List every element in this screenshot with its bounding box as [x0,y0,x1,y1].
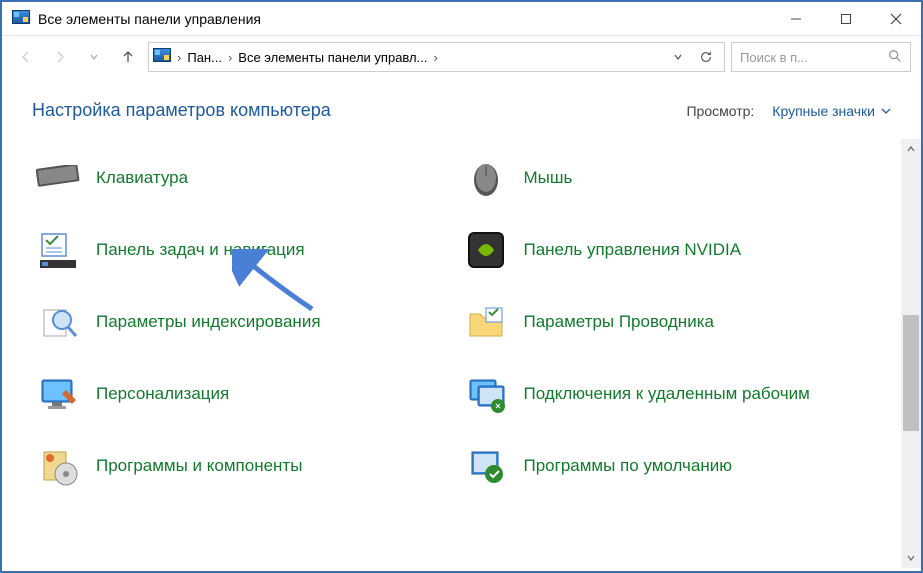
breadcrumb-separator-icon: › [431,50,439,65]
cp-item-label: Клавиатура [96,167,188,188]
window-controls [771,2,921,36]
cp-item-label: Программы по умолчанию [524,455,733,476]
keyboard-icon [36,156,80,200]
cp-item-programs[interactable]: Программы и компоненты [36,437,444,495]
cp-item-nvidia[interactable]: Панель управления NVIDIA [464,221,872,279]
scroll-thumb[interactable] [903,315,919,432]
cp-item-label: Панель задач и навигация [96,239,305,260]
cp-item-defaults[interactable]: Программы по умолчанию [464,437,872,495]
cp-item-label: Параметры Проводника [524,311,714,332]
cp-item-label: Программы и компоненты [96,455,302,476]
content-area: Клавиатура Мышь Панель задач и навигация… [2,139,921,568]
close-button[interactable] [871,2,921,36]
folder-options-icon [464,300,508,344]
programs-icon [36,444,80,488]
taskbar-icon [36,228,80,272]
cp-item-folder-options[interactable]: Параметры Проводника [464,293,872,351]
personalization-icon [36,372,80,416]
maximize-button[interactable] [821,2,871,36]
navigation-bar: › Пан... › Все элементы панели управл...… [2,36,921,78]
nvidia-icon [464,228,508,272]
breadcrumb-separator-icon: › [226,50,234,65]
title-bar: Все элементы панели управления [2,2,921,36]
chevron-down-icon [881,106,891,116]
cp-item-label: Мышь [524,167,573,188]
back-button[interactable] [12,43,40,71]
search-input[interactable] [740,50,882,65]
view-value: Крупные значки [772,103,875,119]
cp-item-label: Параметры индексирования [96,311,321,332]
defaults-icon [464,444,508,488]
cp-item-label: Персонализация [96,383,229,404]
history-dropdown[interactable] [80,43,108,71]
cp-item-remote[interactable]: Подключения к удаленным рабочим [464,365,872,423]
breadcrumb-separator-icon: › [175,50,183,65]
address-bar[interactable]: › Пан... › Все элементы панели управл...… [148,42,725,72]
cp-item-label: Панель управления NVIDIA [524,239,742,260]
cp-item-keyboard[interactable]: Клавиатура [36,149,444,207]
breadcrumb-item[interactable]: Все элементы панели управл... [238,50,427,65]
items-grid: Клавиатура Мышь Панель задач и навигация… [2,139,921,505]
cp-item-mouse[interactable]: Мышь [464,149,872,207]
search-box[interactable] [731,42,911,72]
scroll-up-button[interactable] [901,139,921,159]
scroll-track[interactable] [901,159,921,548]
view-selector[interactable]: Крупные значки [772,103,891,119]
breadcrumb-item[interactable]: Пан... [187,50,222,65]
search-icon[interactable] [888,49,902,66]
up-button[interactable] [114,43,142,71]
indexing-icon [36,300,80,344]
app-icon [12,10,30,28]
remote-icon [464,372,508,416]
cp-item-indexing[interactable]: Параметры индексирования [36,293,444,351]
content-header: Настройка параметров компьютера Просмотр… [2,78,921,139]
view-label: Просмотр: [686,103,754,119]
scroll-down-button[interactable] [901,548,921,568]
address-icon [153,48,171,66]
cp-item-personalization[interactable]: Персонализация [36,365,444,423]
forward-button[interactable] [46,43,74,71]
mouse-icon [464,156,508,200]
window-title: Все элементы панели управления [38,11,771,27]
minimize-button[interactable] [771,2,821,36]
page-title: Настройка параметров компьютера [32,100,331,121]
cp-item-taskbar[interactable]: Панель задач и навигация [36,221,444,279]
cp-item-label: Подключения к удаленным рабочим [524,383,810,404]
vertical-scrollbar[interactable] [901,139,921,568]
refresh-button[interactable] [692,43,720,71]
address-dropdown[interactable] [664,43,692,71]
